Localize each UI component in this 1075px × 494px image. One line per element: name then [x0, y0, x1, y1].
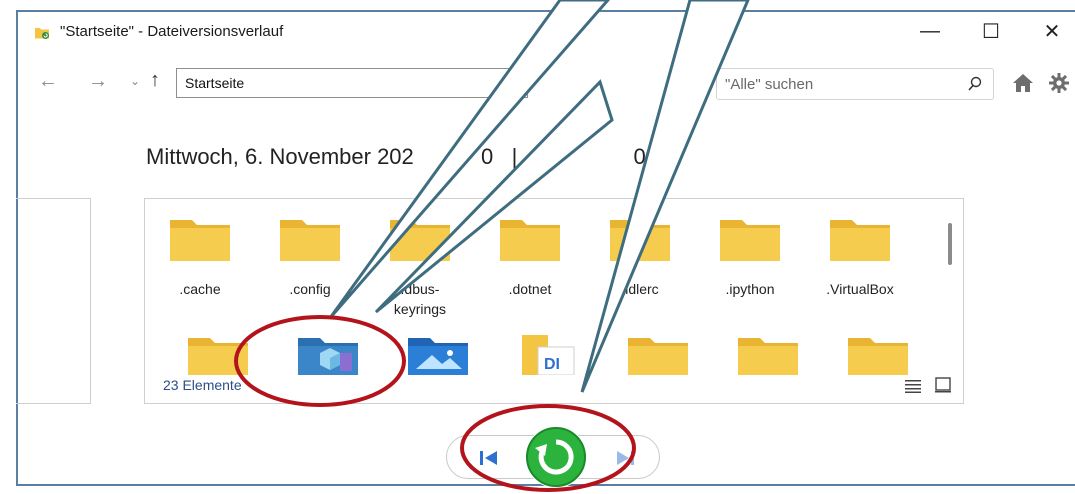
previous-version-panel[interactable] [16, 198, 91, 404]
details-view-icon[interactable] [905, 379, 921, 393]
forward-button[interactable]: → [88, 70, 108, 93]
folder-item[interactable]: .config [265, 199, 355, 299]
folder-icon[interactable] [848, 335, 908, 375]
folder-item[interactable]: .idlerc [595, 199, 685, 299]
item-count: 23 Elemente [163, 377, 242, 393]
folder-item[interactable]: .ipython [705, 199, 795, 299]
title-bar: "Startseite" - Dateiversionsverlauf — ☐ … [18, 12, 1075, 50]
home-icon[interactable] [1012, 72, 1034, 94]
file-list[interactable]: .cache .config .dbus-keyrings .dotnet .i… [144, 198, 964, 404]
folder-icon [390, 220, 450, 261]
svg-text:DI: DI [544, 356, 560, 373]
folder-item[interactable]: .dotnet [485, 199, 575, 299]
folder-label: .dotnet [508, 281, 552, 297]
search-input[interactable]: "Alle" suchen [725, 76, 813, 93]
pictures-folder-icon[interactable] [408, 335, 468, 375]
document-folder-icon[interactable]: DI [520, 333, 576, 375]
navigation-bar: ← → ⌄ ↑ Startseite "Alle" suchen [18, 64, 1075, 104]
gear-icon[interactable] [1048, 72, 1070, 94]
folder-icon[interactable] [738, 335, 798, 375]
folder-label: .cache [179, 281, 221, 297]
close-button[interactable]: ✕ [1022, 12, 1075, 50]
search-icon[interactable] [967, 75, 983, 93]
search-box[interactable]: "Alle" suchen [716, 68, 994, 100]
folder-label: .VirtualBox [826, 281, 894, 297]
backup-date-heading: Mittwoch, 6. November 202 0 | 70 08 [146, 144, 658, 169]
previous-version-icon[interactable] [477, 446, 501, 470]
file-history-app-icon [35, 28, 49, 39]
folder-item[interactable]: .cache [155, 199, 245, 299]
playback-controls [446, 426, 660, 488]
folder-icon [720, 220, 780, 261]
maximize-button[interactable]: ☐ [961, 12, 1021, 50]
next-version-icon[interactable] [613, 446, 637, 470]
folder-icon [280, 220, 340, 261]
up-button[interactable]: ↑ [150, 69, 160, 92]
recent-locations-button[interactable]: ⌄ [130, 74, 140, 88]
minimize-button[interactable]: — [900, 12, 960, 50]
folder-label: .ipython [725, 281, 775, 297]
restore-button[interactable] [525, 426, 587, 488]
folder-icon [170, 220, 230, 261]
back-button[interactable]: ← [38, 70, 58, 93]
folder-item[interactable]: .dbus-keyrings [375, 199, 465, 317]
3d-objects-folder-icon[interactable] [298, 335, 358, 375]
folder-icon[interactable] [628, 335, 688, 375]
restore-icon[interactable] [525, 426, 587, 488]
folder-icon[interactable] [188, 335, 248, 375]
address-bar[interactable]: Startseite [176, 68, 528, 98]
folder-label: .idlerc [621, 281, 659, 297]
folder-label: .dbus-keyrings [393, 281, 447, 317]
window-title: "Startseite" - Dateiversionsverlauf [60, 23, 284, 40]
folder-item[interactable]: .VirtualBox [815, 199, 905, 299]
folder-icon [500, 220, 560, 261]
folder-icon [830, 220, 890, 261]
folder-label: .config [289, 281, 331, 297]
scrollbar-thumb[interactable] [948, 223, 952, 265]
file-history-window: "Startseite" - Dateiversionsverlauf — ☐ … [16, 10, 1075, 488]
large-icons-view-icon[interactable] [935, 377, 951, 393]
folder-icon [610, 220, 670, 261]
